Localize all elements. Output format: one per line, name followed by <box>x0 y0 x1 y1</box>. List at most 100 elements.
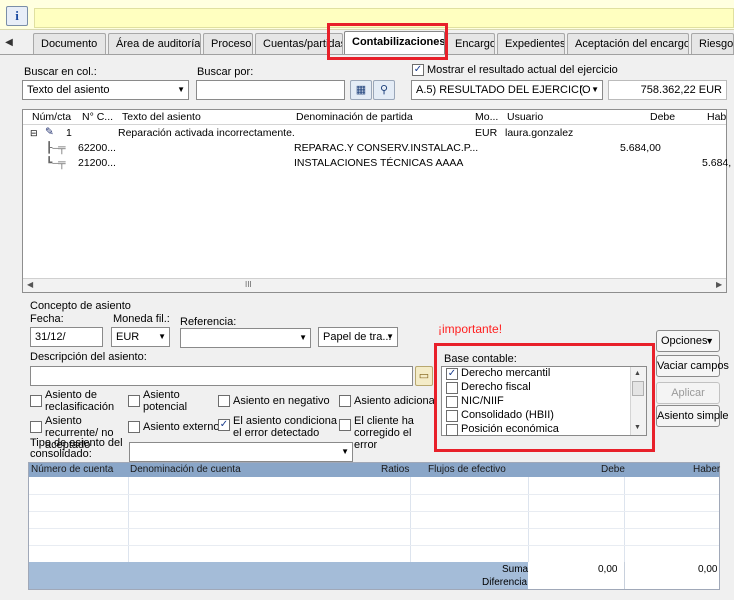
tab-riesgos[interactable]: Riesgos <box>691 33 734 54</box>
col-haber[interactable]: Haber <box>693 463 720 477</box>
row-denominacion: INSTALACIONES TÉCNICAS AAAA <box>294 157 464 169</box>
aplicar-button[interactable]: Aplicar <box>656 382 720 404</box>
tab-scroll-left-icon[interactable]: ◀ <box>2 33 16 53</box>
suma-label: Suma <box>502 564 529 575</box>
col-denominacion[interactable]: Denominación de partida <box>296 110 413 124</box>
tipo-consolidado-select[interactable]: ▼ <box>129 442 353 462</box>
chevron-down-icon: ▼ <box>591 85 599 94</box>
corregido-label: El cliente ha corregido el error <box>354 415 414 451</box>
col-haber[interactable]: Hab <box>707 110 726 124</box>
row-haber: 5.684, <box>702 157 732 169</box>
row-moneda: EUR <box>475 127 498 139</box>
col-debe[interactable]: Debe <box>601 463 625 477</box>
row-num: 62200... <box>78 142 116 154</box>
tree-branch-icon: ┠‒╤ <box>46 142 66 154</box>
col-usuario[interactable]: Usuario <box>507 110 543 124</box>
col-nc[interactable]: N° C... <box>82 110 113 124</box>
suma-debe: 0,00 <box>598 564 618 575</box>
col-num-cta[interactable]: Núm/cta <box>32 110 71 124</box>
tab-aceptacion-encargo[interactable]: Aceptación del encargo <box>567 33 689 54</box>
suma-haber: 0,00 <box>698 564 718 575</box>
papel-trabajo-value: Papel de tra... <box>323 331 392 343</box>
descripcion-input[interactable] <box>30 366 413 386</box>
important-note: ¡importante! <box>438 322 503 336</box>
result-value: 758.362,22 EUR <box>608 80 727 100</box>
row-num: 1 <box>66 127 72 139</box>
tab-expedientes[interactable]: Expedientes <box>497 33 565 54</box>
chevron-down-icon: ▼ <box>299 333 307 342</box>
opciones-button[interactable]: Opciones ▼ <box>656 330 720 352</box>
reclasificacion-checkbox[interactable] <box>30 395 42 407</box>
grid-line <box>29 545 719 546</box>
scroll-grip: III <box>245 280 252 289</box>
condiciona-label: El asiento condiciona el error detectado <box>233 415 337 439</box>
buscar-col-select[interactable]: Texto del asiento ▼ <box>22 80 189 100</box>
result-account-value: A.5) RESULTADO DEL EJERCICIO <box>416 84 591 96</box>
folder-icon[interactable]: ▭ <box>415 366 433 386</box>
descripcion-label: Descripción del asiento: <box>30 351 147 363</box>
moneda-label: Moneda fil.: <box>113 313 170 325</box>
grid-line <box>410 477 411 562</box>
col-denominacion-cuenta[interactable]: Denominación de cuenta <box>130 463 241 477</box>
papel-trabajo-select[interactable]: Papel de tra... ▼ <box>318 327 398 347</box>
col-flujos[interactable]: Flujos de efectivo <box>428 463 506 477</box>
externo-checkbox[interactable] <box>128 421 140 433</box>
info-icon[interactable]: i <box>6 6 28 26</box>
fecha-input[interactable]: 31/12/ <box>30 327 103 347</box>
highlight-contabilizaciones <box>327 23 448 60</box>
row-usuario: laura.gonzalez <box>505 127 574 139</box>
diferencia-label: Diferencia <box>482 577 528 588</box>
highlight-base-contable <box>434 343 655 452</box>
collapse-icon[interactable]: ⊟ <box>30 126 38 141</box>
scroll-left-icon[interactable]: ◀ <box>27 279 33 291</box>
col-ratios[interactable]: Ratios <box>381 463 409 477</box>
chevron-down-icon: ▼ <box>158 332 166 341</box>
grid-line <box>528 477 529 562</box>
tab-proceso[interactable]: Proceso <box>203 33 253 54</box>
grid-line <box>29 528 719 529</box>
col-moneda[interactable]: Mo... <box>475 110 498 124</box>
potencial-checkbox[interactable] <box>128 395 140 407</box>
referencia-select[interactable]: ▼ <box>180 328 311 348</box>
buscar-col-label: Buscar en col.: <box>24 66 97 78</box>
recurrente-checkbox[interactable] <box>30 421 42 433</box>
concepto-title: Concepto de asiento <box>30 300 131 312</box>
buscar-col-value: Texto del asiento <box>27 84 110 96</box>
tab-encargo[interactable]: Encargo <box>447 33 495 54</box>
tab-documento[interactable]: Documento <box>33 33 106 54</box>
potencial-label: Asiento potencial <box>143 389 188 413</box>
negativo-checkbox[interactable] <box>218 395 230 407</box>
grid-line <box>29 494 719 495</box>
chevron-down-icon: ▼ <box>386 332 394 341</box>
row-texto: Reparación activada incorrectamente. <box>118 127 295 139</box>
chevron-down-icon: ▼ <box>341 447 349 456</box>
binoculars-icon[interactable]: ⚲ <box>373 80 395 100</box>
tab-area-auditoria[interactable]: Área de auditoría <box>108 33 201 54</box>
opciones-label: Opciones <box>661 335 708 347</box>
corregido-checkbox[interactable] <box>339 419 351 431</box>
col-debe[interactable]: Debe <box>650 110 675 124</box>
scroll-right-icon[interactable]: ▶ <box>716 279 722 291</box>
show-result-checkbox[interactable]: ✓ <box>412 64 424 76</box>
row-debe: 5.684,00 <box>620 142 661 154</box>
grid-line <box>624 477 625 562</box>
adicional-checkbox[interactable] <box>339 395 351 407</box>
col-texto[interactable]: Texto del asiento <box>122 110 201 124</box>
grid-line <box>624 562 625 589</box>
col-numero-cuenta[interactable]: Número de cuenta <box>31 463 113 477</box>
vaciar-campos-button[interactable]: Vaciar campos <box>656 355 729 377</box>
negativo-label: Asiento en negativo <box>233 395 330 407</box>
moneda-value: EUR <box>116 331 140 343</box>
chevron-down-icon: ▼ <box>705 336 714 346</box>
buscar-por-label: Buscar por: <box>197 66 254 78</box>
moneda-select[interactable]: EUR ▼ <box>111 327 170 347</box>
buscar-por-input[interactable] <box>196 80 345 100</box>
find-table-icon[interactable]: ▦ <box>350 80 372 100</box>
grid-header-divider <box>23 124 726 125</box>
grid-horizontal-scrollbar[interactable] <box>23 278 726 292</box>
result-account-select[interactable]: A.5) RESULTADO DEL EJERCICIO (. ▼ <box>411 80 603 100</box>
condiciona-checkbox[interactable]: ✓ <box>218 419 230 431</box>
chevron-down-icon: ▼ <box>177 85 185 94</box>
show-result-label: Mostrar el resultado actual del ejercici… <box>427 64 618 76</box>
asiento-simple-button[interactable]: Asiento simple <box>656 405 729 427</box>
